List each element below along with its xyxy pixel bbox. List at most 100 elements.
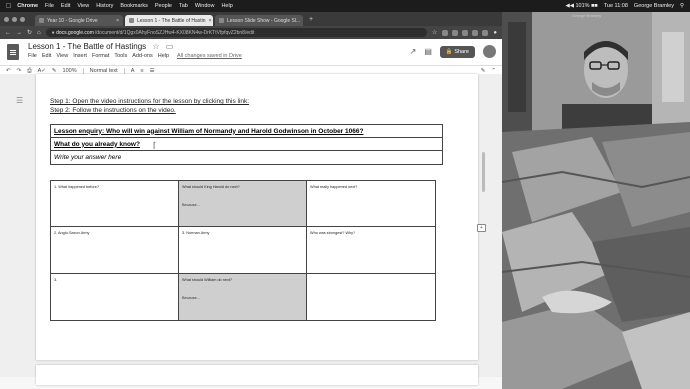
already-know-heading: What do you already know? xyxy=(51,138,442,151)
back-icon[interactable]: ← xyxy=(5,30,11,36)
lesson-table: 1. What happened before? What should Kin… xyxy=(50,180,436,321)
table-cell[interactable] xyxy=(307,274,435,320)
table-cell[interactable]: What should King Harold do next? Because.… xyxy=(179,181,307,228)
account-avatar[interactable] xyxy=(483,45,496,58)
tab-bar: Year 10 - Google Drive × Lesson 1 - The … xyxy=(0,12,502,26)
new-tab-button[interactable]: + xyxy=(305,16,317,23)
tab-slides[interactable]: Lesson Slide Show - Google Sl... × xyxy=(215,15,303,26)
docs-menu: File Edit View Insert Format Tools Add-o… xyxy=(28,53,242,59)
folder-icon[interactable]: ▭ xyxy=(166,42,174,51)
tab-drive[interactable]: Year 10 - Google Drive × xyxy=(35,15,123,26)
home-icon[interactable]: ⌂ xyxy=(37,30,41,36)
close-window-button[interactable] xyxy=(4,16,9,22)
add-comment-icon[interactable]: + xyxy=(477,224,486,232)
tab-label: Year 10 - Google Drive xyxy=(47,17,98,24)
google-docs-logo-icon[interactable] xyxy=(7,44,19,60)
menu-people[interactable]: People xyxy=(155,3,172,9)
menu-app-name[interactable]: Chrome xyxy=(17,3,38,9)
step-2-text: Step 2: Follow the instructions on the v… xyxy=(50,107,176,114)
share-label: Share xyxy=(454,48,469,55)
reload-icon[interactable]: ↻ xyxy=(27,29,32,36)
apple-icon[interactable]:  xyxy=(6,3,11,10)
close-tab-icon[interactable]: × xyxy=(116,18,119,24)
cell-heading: Who was strongest? Why? xyxy=(310,231,356,236)
status-area: ◀◀ 101% ■■ Tue 11:08 George Bramley ⚲ xyxy=(566,3,684,9)
search-icon[interactable]: ⚲ xyxy=(680,3,684,9)
docs-menu-addons[interactable]: Add-ons xyxy=(132,53,153,59)
docs-menu-file[interactable]: File xyxy=(28,53,37,59)
menu-help[interactable]: Help xyxy=(221,3,232,9)
menu-file[interactable]: File xyxy=(45,3,54,9)
drive-icon xyxy=(39,18,44,23)
clock[interactable]: Tue 11:08 xyxy=(604,3,628,9)
video-label: George Bramley xyxy=(572,13,602,18)
docs-menu-help[interactable]: Help xyxy=(158,53,169,59)
document-page[interactable]: Step 1: Open the video instructions for … xyxy=(36,74,486,360)
document-canvas: ☰ Step 1: Open the video instructions fo… xyxy=(0,74,502,385)
comments-icon[interactable]: ▤ xyxy=(424,47,432,56)
answer-field[interactable]: Write your answer here xyxy=(51,151,442,164)
close-tab-icon[interactable]: × xyxy=(209,18,212,24)
menu-history[interactable]: History xyxy=(96,3,113,9)
document-page-2[interactable] xyxy=(36,365,478,385)
docs-menu-format[interactable]: Format xyxy=(92,53,109,59)
outline-icon[interactable]: ☰ xyxy=(16,96,23,105)
forward-icon[interactable]: → xyxy=(16,30,22,36)
menu-window[interactable]: Window xyxy=(195,3,215,9)
extension-icon[interactable] xyxy=(462,29,469,36)
webcam-image xyxy=(502,12,690,389)
menu-edit[interactable]: Edit xyxy=(61,3,70,9)
bookmark-star-icon[interactable]: ☆ xyxy=(432,29,437,36)
table-cell[interactable]: 3. xyxy=(51,273,179,320)
extension-icon[interactable] xyxy=(452,29,459,36)
minimize-window-button[interactable] xyxy=(12,16,17,22)
doc-title-row: Lesson 1 - The Battle of Hastings ☆ ▭ xyxy=(28,42,173,51)
table-cell[interactable]: 2. Anglo-Saxon Army xyxy=(51,227,179,274)
webcam-feed: George Bramley xyxy=(502,12,690,389)
status-icons[interactable]: ◀◀ 101% ■■ xyxy=(566,3,598,9)
lesson-enquiry: Lesson enquiry: Who will win against Wil… xyxy=(51,125,442,138)
menu-tab[interactable]: Tab xyxy=(179,3,188,9)
tab-lesson-doc[interactable]: Lesson 1 - The Battle of Hastin × xyxy=(125,15,213,26)
user-name[interactable]: George Bramley xyxy=(634,3,674,9)
cell-heading: 1. What happened before? xyxy=(54,185,99,189)
menu-bookmarks[interactable]: Bookmarks xyxy=(120,3,148,9)
activity-icon[interactable]: ↗ xyxy=(410,47,417,56)
docs-menu-tools[interactable]: Tools xyxy=(114,53,127,59)
table-cell[interactable]: 3. Norman Army xyxy=(179,227,307,274)
star-icon[interactable]: ☆ xyxy=(152,42,159,51)
window-controls xyxy=(4,12,25,26)
cell-heading: 3. Norman Army xyxy=(182,231,210,236)
screen:  Chrome File Edit View History Bookmark… xyxy=(0,0,690,389)
text-cursor-icon: ⌈ xyxy=(153,141,157,150)
step-1-link[interactable]: Step 1: Open the video instructions for … xyxy=(50,98,249,105)
slides-icon xyxy=(219,18,224,23)
docs-menu-view[interactable]: View xyxy=(56,53,68,59)
extension-icon[interactable] xyxy=(482,29,489,36)
docs-menu-insert[interactable]: Insert xyxy=(73,53,87,59)
cell-heading: What really happened next? xyxy=(310,185,358,189)
cell-heading: 3. xyxy=(54,277,58,282)
cell-heading: What should King Harold do next? xyxy=(182,185,240,189)
doc-title[interactable]: Lesson 1 - The Battle of Hastings xyxy=(28,42,146,51)
save-status[interactable]: All changes saved in Drive xyxy=(177,53,242,59)
extensions xyxy=(442,29,489,36)
docs-icon xyxy=(129,18,134,23)
cell-heading: What should William do next? xyxy=(182,277,233,282)
extension-icon[interactable] xyxy=(472,29,479,36)
extension-icon[interactable] xyxy=(442,29,449,36)
profile-icon[interactable]: ● xyxy=(493,30,497,36)
zoom-window-button[interactable] xyxy=(20,16,25,22)
scrollbar[interactable] xyxy=(482,152,485,192)
table-cell[interactable]: What really happened next? xyxy=(307,181,435,228)
docs-menu-edit[interactable]: Edit xyxy=(42,53,51,59)
table-cell[interactable]: What should William do next? Because... xyxy=(179,273,307,320)
menu-view[interactable]: View xyxy=(77,3,89,9)
cell-body: Because... xyxy=(182,203,200,207)
table-cell[interactable]: Who was strongest? Why? xyxy=(307,227,435,274)
table-cell[interactable]: 1. What happened before? xyxy=(51,181,179,228)
cell-heading: 2. Anglo-Saxon Army xyxy=(54,231,90,236)
share-button[interactable]: 🔒 Share xyxy=(439,45,475,58)
url-field[interactable]: ● docs.google.com /document/d/1Qgx0AhyFn… xyxy=(45,28,427,37)
url-path: /document/d/1Qgx0AhyFnoSZJHw4-KX08KN4w-D… xyxy=(94,29,255,36)
